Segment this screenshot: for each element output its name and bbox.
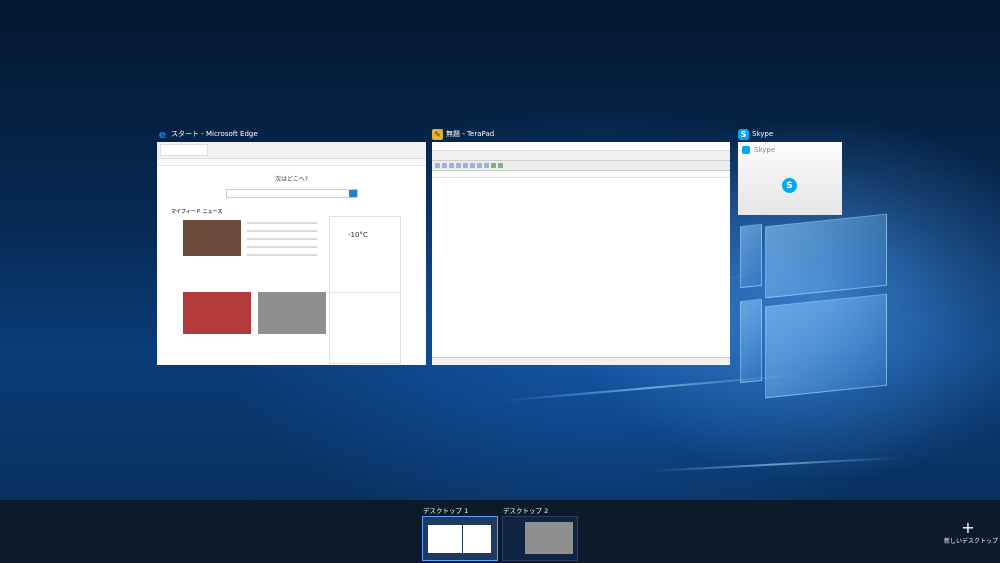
headline-list [247, 222, 317, 272]
status-bar [432, 357, 730, 365]
skype-logo-icon: S [782, 178, 797, 193]
windows-logo-pane [740, 223, 762, 289]
browser-tab [160, 144, 208, 156]
address-bar [157, 159, 426, 166]
news-image [258, 292, 326, 334]
stock-card [329, 292, 401, 364]
light-beam [649, 456, 900, 472]
window-title-bar: e スタート - Microsoft Edge [157, 127, 258, 141]
window-title-bar: S Skype [738, 127, 773, 141]
light-beam [499, 373, 799, 402]
new-desktop-button[interactable]: + 新しいデスクトップ [944, 518, 999, 546]
search-box [225, 189, 358, 198]
windows-logo-pane [765, 213, 887, 299]
window-thumbnail-edge[interactable]: e スタート - Microsoft Edge 次はどこへ? マイフィード ニュ… [157, 128, 426, 365]
window-thumbnail-terapad[interactable]: ✎ 無題 - TeraPad [432, 128, 730, 365]
desktop-1-thumbnail[interactable] [422, 516, 498, 561]
search-icon [348, 190, 357, 197]
mini-window [428, 525, 462, 553]
start-page-heading: 次はどこへ? [274, 176, 308, 183]
menu-bar [432, 151, 730, 161]
window-title: Skype [752, 130, 774, 138]
window-title: 無題 - TeraPad [446, 130, 495, 138]
ruler [432, 171, 730, 178]
toolbar [432, 161, 730, 171]
plus-icon: + [961, 518, 975, 537]
desktop-2-label: デスクトップ 2 [503, 507, 549, 515]
new-desktop-label: 新しいデスクトップ [944, 538, 999, 545]
desktop-2-thumbnail[interactable] [502, 516, 578, 561]
news-feed-title: マイフィード ニュース [171, 209, 223, 215]
mini-window [525, 522, 573, 554]
browser-tab-strip [157, 142, 426, 159]
app-name: Skype [754, 146, 776, 154]
window-title-bar: ✎ 無題 - TeraPad [432, 127, 494, 141]
weather-card: -10°C [329, 216, 401, 293]
window-preview: 次はどこへ? マイフィード ニュース -10°C [157, 142, 426, 365]
desktop-1-label: デスクトップ 1 [423, 507, 469, 515]
windows-logo-pane [740, 298, 762, 384]
news-image [183, 292, 251, 334]
window-preview [432, 142, 730, 365]
window-thumbnail-skype[interactable]: S Skype Skype S [738, 128, 842, 215]
mini-window [463, 525, 491, 553]
terapad-icon: ✎ [432, 128, 443, 140]
skype-icon: S [738, 128, 749, 140]
news-image [183, 220, 241, 256]
edge-icon: e [158, 127, 167, 141]
skype-icon [742, 146, 750, 154]
temperature-value: -10°C [348, 231, 368, 239]
windows-logo-pane [765, 293, 887, 399]
app-title-bar [432, 142, 730, 151]
virtual-desktop-bar [0, 500, 1000, 563]
window-preview: Skype S [738, 142, 842, 215]
window-title: スタート - Microsoft Edge [171, 130, 258, 138]
